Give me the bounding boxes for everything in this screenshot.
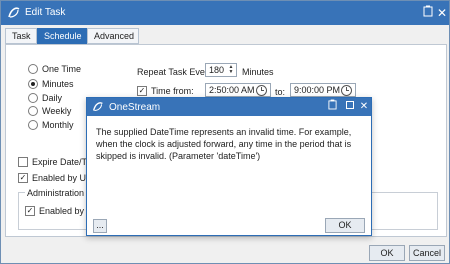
details-button[interactable]: ... <box>93 219 107 233</box>
time-to-input[interactable]: 9:00:00 PM <box>290 83 356 97</box>
tab-advanced[interactable]: Advanced <box>87 28 139 44</box>
dialog-message: The supplied DateTime represents an inva… <box>96 127 352 161</box>
maximize-icon[interactable] <box>343 99 357 115</box>
radio-button[interactable] <box>28 64 38 74</box>
radio-label: One Time <box>42 64 82 74</box>
repeat-stepper[interactable]: 180 ▲ ▼ <box>205 63 237 77</box>
radio-button[interactable] <box>28 106 38 116</box>
repeat-unit: Minutes <box>242 67 274 77</box>
window-title: Edit Task <box>25 7 66 18</box>
dialog-title-bar[interactable]: OneStream ✕ <box>87 98 371 116</box>
administration-group-title: Administration <box>25 188 87 198</box>
time-from-value: 2:50:00 AM <box>209 85 255 95</box>
onestream-logo-icon <box>92 102 103 112</box>
radio-button[interactable] <box>28 93 38 103</box>
spin-arrows-icon[interactable]: ▲ ▼ <box>227 65 235 76</box>
radio-button[interactable] <box>28 79 38 89</box>
radio-label: Monthly <box>42 120 74 130</box>
clipboard-icon[interactable] <box>325 99 339 115</box>
expire-checkbox[interactable] <box>18 157 28 167</box>
dialog-title: OneStream <box>109 102 161 113</box>
tab-task[interactable]: Task <box>5 28 37 44</box>
close-icon[interactable]: ✕ <box>433 4 450 22</box>
to-label: to: <box>275 87 286 97</box>
ok-button[interactable]: OK <box>369 245 405 261</box>
time-from-input[interactable]: 2:50:00 AM <box>205 83 271 97</box>
time-from-checkbox[interactable]: ✓ <box>137 86 147 96</box>
time-from-label: Time from: <box>151 86 194 96</box>
tab-schedule[interactable]: Schedule <box>37 28 87 44</box>
repeat-label: Repeat Task Every: <box>137 67 215 77</box>
clock-icon[interactable] <box>341 85 352 96</box>
window-title-bar[interactable]: Edit Task ✕ <box>1 1 449 25</box>
onestream-logo-icon <box>8 7 20 18</box>
error-dialog: OneStream ✕ The supplied DateTime repres… <box>86 97 372 236</box>
clock-icon[interactable] <box>256 85 267 96</box>
repeat-value: 180 <box>209 65 225 75</box>
radio-label: Daily <box>42 93 63 103</box>
radio-label: Minutes <box>42 79 74 89</box>
radio-label: Weekly <box>42 106 72 116</box>
radio-button[interactable] <box>28 120 38 130</box>
enabled-manager-checkbox[interactable]: ✓ <box>25 206 35 216</box>
cancel-button[interactable]: Cancel <box>409 245 445 261</box>
dialog-ok-button[interactable]: OK <box>325 218 365 233</box>
enabled-user-checkbox[interactable]: ✓ <box>18 173 28 183</box>
time-to-value: 9:00:00 PM <box>294 85 341 95</box>
close-icon[interactable]: ✕ <box>357 99 371 115</box>
